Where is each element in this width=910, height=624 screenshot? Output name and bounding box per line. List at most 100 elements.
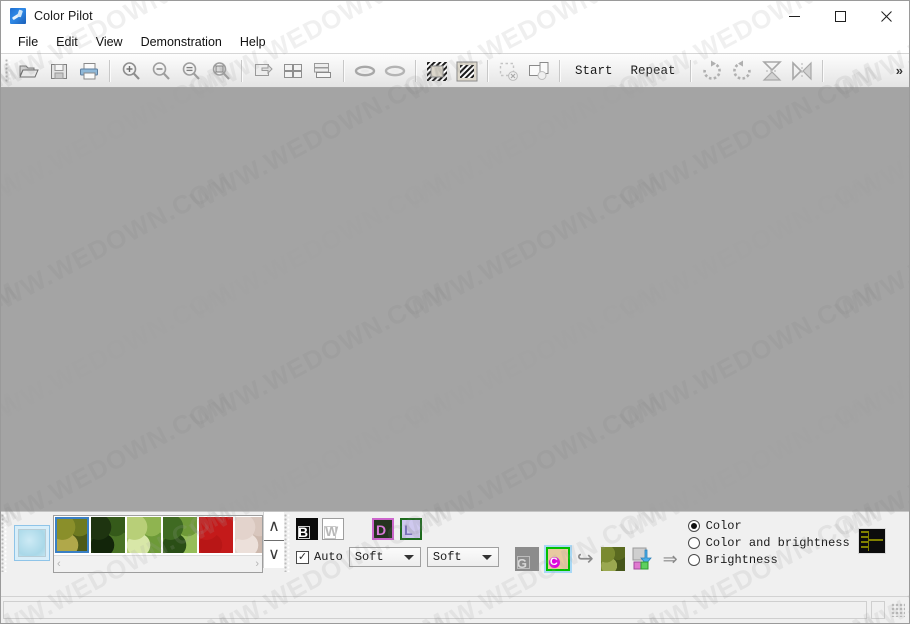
radio-color-and-brightness[interactable] bbox=[687, 537, 700, 549]
grayscale-mode-glyph: G bbox=[516, 555, 527, 571]
save-file-button[interactable] bbox=[44, 57, 74, 85]
thumbnail-bright-leaves[interactable] bbox=[127, 517, 161, 553]
zoom-actual-button[interactable] bbox=[176, 57, 206, 85]
white-point-glyph: W bbox=[325, 523, 339, 539]
title-bar: Color Pilot bbox=[1, 1, 909, 31]
duplicate-button[interactable] bbox=[524, 57, 554, 85]
start-button[interactable]: Start bbox=[566, 57, 622, 85]
redo-button[interactable] bbox=[380, 57, 410, 85]
grayscale-mode-icon[interactable]: G bbox=[514, 546, 539, 571]
thumbnail-scrollbar[interactable]: ‹ › bbox=[54, 555, 262, 572]
light-softness-value: Soft bbox=[432, 550, 462, 564]
thumbnail-list bbox=[54, 516, 262, 555]
zoom-out-button[interactable] bbox=[146, 57, 176, 85]
toolbar-separator-4 bbox=[415, 59, 417, 82]
filmstrip-pane bbox=[850, 512, 886, 596]
rotate-cw-button[interactable] bbox=[697, 57, 727, 85]
image-canvas[interactable] bbox=[1, 88, 909, 511]
print-button[interactable] bbox=[74, 57, 104, 85]
thumb-scroll-left-icon[interactable]: ‹ bbox=[57, 558, 61, 570]
thumbnail-dark-forest[interactable] bbox=[91, 517, 125, 553]
auto-checkbox-wrap[interactable]: ✓ Auto bbox=[296, 550, 343, 564]
radio-row-color[interactable]: Color bbox=[687, 518, 742, 534]
arrange-windows-button[interactable] bbox=[308, 57, 338, 85]
blackwhite-point-group: B W bbox=[296, 512, 344, 540]
toolbar-separator-8 bbox=[821, 59, 824, 82]
menu-view[interactable]: View bbox=[87, 32, 132, 52]
color-mode-icon[interactable]: C bbox=[543, 544, 572, 573]
radio-row-color-and-brightness[interactable]: Color and brightness bbox=[687, 535, 850, 551]
spinner-down-icon[interactable]: ∨ bbox=[264, 541, 284, 569]
fill-pattern-button[interactable] bbox=[452, 57, 482, 85]
toolbar-separator-5 bbox=[487, 59, 489, 82]
toolbar-separator-6 bbox=[559, 59, 561, 82]
source-image-thumb[interactable] bbox=[600, 546, 625, 571]
black-point-glyph: B bbox=[298, 524, 309, 540]
radio-brightness[interactable] bbox=[687, 554, 700, 566]
radio-color-label: Color bbox=[705, 519, 742, 533]
cascade-windows-button[interactable] bbox=[248, 57, 278, 85]
menu-edit[interactable]: Edit bbox=[47, 32, 87, 52]
apply-color-icon[interactable] bbox=[632, 547, 656, 571]
toolbar-grip-1[interactable] bbox=[5, 58, 12, 83]
toolbar-separator-2 bbox=[241, 59, 243, 82]
tile-windows-button[interactable] bbox=[278, 57, 308, 85]
light-tone-glyph: L bbox=[404, 522, 413, 538]
menu-demonstration[interactable]: Demonstration bbox=[132, 32, 231, 52]
thumb-scroll-right-icon[interactable]: › bbox=[255, 558, 259, 570]
toolbar-overflow-button[interactable]: » bbox=[896, 63, 903, 78]
main-toolbar: Start Repeat » bbox=[1, 53, 909, 88]
zoom-fit-button[interactable] bbox=[206, 57, 236, 85]
repeat-button[interactable]: Repeat bbox=[622, 57, 685, 85]
dark-softness-select[interactable]: Soft bbox=[348, 547, 421, 567]
preview-thumb bbox=[18, 529, 46, 557]
thumbnail-strip: ‹ › bbox=[53, 515, 263, 573]
open-file-button[interactable] bbox=[14, 57, 44, 85]
radio-color-and-brightness-label: Color and brightness bbox=[705, 536, 850, 550]
spinner-up-icon[interactable]: ∧ bbox=[264, 512, 284, 541]
light-tone-icon[interactable]: L bbox=[400, 518, 422, 540]
filmstrip-icon[interactable] bbox=[857, 528, 886, 554]
radio-color[interactable] bbox=[687, 520, 700, 532]
toolbar-separator-3 bbox=[343, 59, 345, 82]
window-title: Color Pilot bbox=[34, 9, 93, 23]
zoom-in-button[interactable] bbox=[116, 57, 146, 85]
thumbnail-pane: ‹ › ∧ ∨ bbox=[9, 512, 284, 596]
flow-arrow-icon: ⇒ bbox=[662, 548, 678, 569]
color-mode-glyph: C bbox=[549, 555, 558, 568]
border-frame-button[interactable] bbox=[422, 57, 452, 85]
resize-grip[interactable] bbox=[891, 603, 905, 617]
flip-vertical-button[interactable] bbox=[757, 57, 787, 85]
panel-grip-2[interactable] bbox=[284, 514, 292, 572]
black-point-icon[interactable]: B bbox=[296, 518, 318, 540]
maximize-button[interactable] bbox=[817, 1, 863, 31]
menu-file[interactable]: File bbox=[9, 32, 47, 52]
apply-mode-radio-group: Color Color and brightness Brightness bbox=[678, 512, 850, 596]
radio-brightness-label: Brightness bbox=[705, 553, 778, 567]
thumbnail-red-swatch[interactable] bbox=[199, 517, 233, 553]
chevron-down-icon bbox=[403, 555, 414, 560]
light-softness-select[interactable]: Soft bbox=[426, 547, 499, 567]
status-bar bbox=[1, 596, 909, 623]
toolbar-separator-1 bbox=[109, 59, 111, 82]
thumbnail-pale-skin[interactable] bbox=[235, 517, 262, 553]
menu-bar: File Edit View Demonstration Help bbox=[1, 31, 909, 53]
app-icon bbox=[10, 8, 26, 24]
dark-tone-icon[interactable]: D bbox=[372, 518, 394, 540]
rotate-ccw-button[interactable] bbox=[727, 57, 757, 85]
panel-grip-1[interactable] bbox=[1, 514, 9, 572]
minimize-button[interactable] bbox=[771, 1, 817, 31]
current-image-preview[interactable] bbox=[14, 525, 50, 561]
thumbnail-spinner: ∧ ∨ bbox=[263, 512, 284, 568]
radio-row-brightness[interactable]: Brightness bbox=[687, 552, 778, 568]
close-button[interactable] bbox=[863, 1, 909, 31]
auto-checkbox[interactable]: ✓ bbox=[296, 550, 309, 564]
thumbnail-green-canopy[interactable] bbox=[163, 517, 197, 553]
undo-button[interactable] bbox=[350, 57, 380, 85]
white-point-icon[interactable]: W bbox=[322, 518, 344, 540]
clear-selection-button[interactable] bbox=[494, 57, 524, 85]
darklight-tone-group: D L bbox=[372, 512, 422, 540]
menu-help[interactable]: Help bbox=[231, 32, 275, 52]
flip-horizontal-button[interactable] bbox=[787, 57, 817, 85]
thumbnail-autumn-foliage[interactable] bbox=[55, 517, 89, 553]
